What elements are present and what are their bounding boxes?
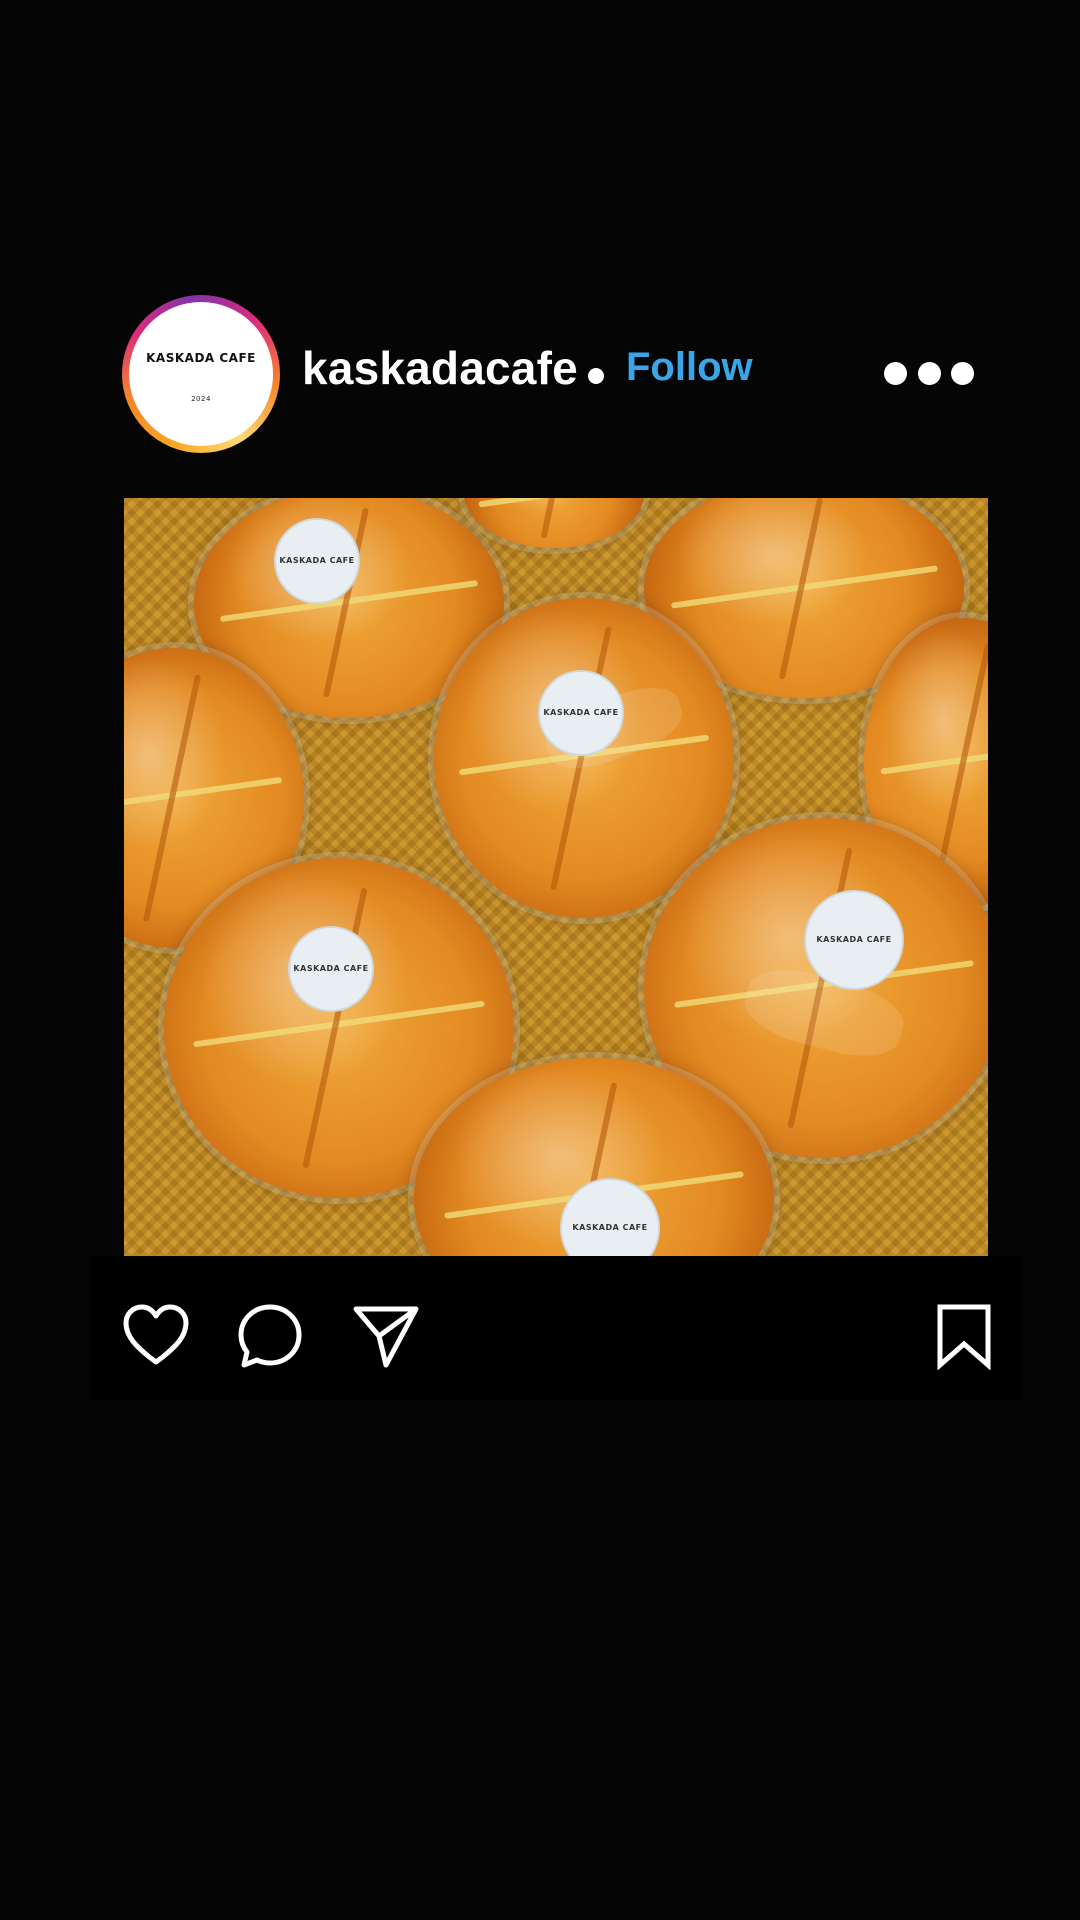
comment-icon[interactable]: [236, 1302, 304, 1370]
avatar-year: 2024: [191, 395, 211, 403]
avatar-logo: KASKADA CAFE 2024: [129, 302, 273, 446]
brand-sticker: KASKADA CAFE: [804, 890, 904, 990]
post-photo[interactable]: KASKADA CAFE KASKADA CAFE KASKADA CAFE K…: [124, 498, 988, 1256]
share-icon[interactable]: [352, 1302, 420, 1370]
bookmark-icon[interactable]: [930, 1302, 998, 1370]
more-dot: [951, 361, 974, 385]
more-dot: [884, 361, 907, 385]
separator-dot: [588, 368, 604, 384]
avatar-brand-name: KASKADA CAFE: [146, 351, 256, 365]
more-dot: [917, 361, 941, 385]
post-header: KASKADA CAFE 2024 kaskadacafe Follow: [122, 295, 982, 453]
brand-sticker: KASKADA CAFE: [538, 670, 624, 756]
heart-icon[interactable]: [122, 1302, 190, 1370]
brand-sticker: KASKADA CAFE: [288, 926, 374, 1012]
more-horizontal-icon[interactable]: [884, 361, 974, 385]
brand-sticker: KASKADA CAFE: [274, 518, 360, 604]
action-bar: [90, 1256, 1022, 1400]
avatar[interactable]: KASKADA CAFE 2024: [122, 295, 280, 453]
bread-bun: [464, 498, 644, 548]
username[interactable]: kaskadacafe: [302, 341, 578, 395]
post-card: KASKADA CAFE 2024 kaskadacafe Follow KAS…: [0, 0, 1080, 1920]
follow-button[interactable]: Follow: [626, 345, 753, 390]
